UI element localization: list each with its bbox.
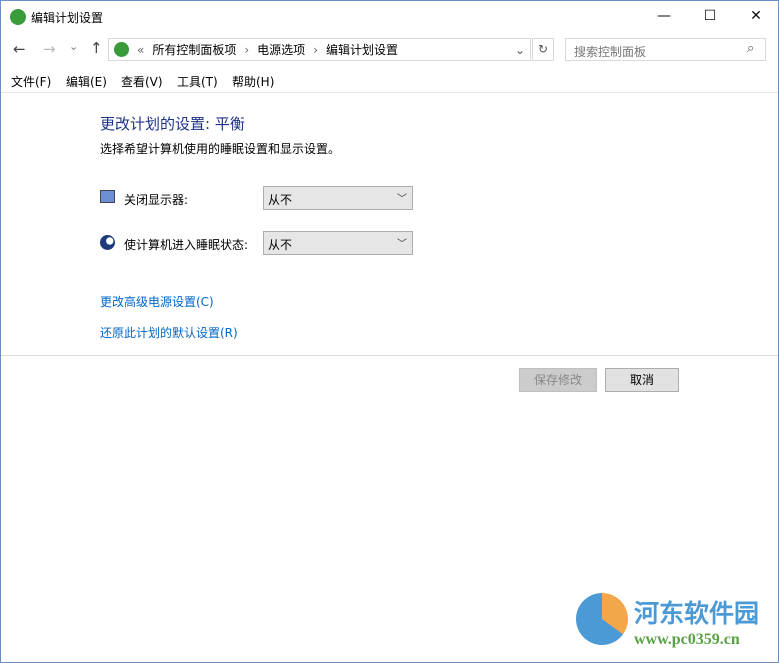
chevron-down-icon: ﹀: [397, 239, 407, 250]
content-divider: [1, 355, 778, 356]
minimize-button[interactable]: —: [641, 1, 687, 31]
restore-defaults-link[interactable]: 还原此计划的默认设置(R): [100, 324, 238, 341]
breadcrumb-overflow[interactable]: «: [137, 43, 144, 57]
up-button[interactable]: ↑: [90, 39, 103, 57]
back-button[interactable]: ←: [13, 40, 26, 58]
sleep-moon-icon: [100, 235, 115, 250]
search-icon[interactable]: ⌕: [747, 41, 754, 56]
control-panel-icon: [114, 42, 129, 57]
app-icon: [10, 9, 26, 25]
menu-tools[interactable]: 工具(T): [177, 73, 218, 90]
address-bar[interactable]: « 所有控制面板项 › 电源选项 › 编辑计划设置 ⌄: [108, 38, 531, 61]
menu-help[interactable]: 帮助(H): [232, 73, 274, 90]
page-subtitle: 选择希望计算机使用的睡眠设置和显示设置。: [100, 142, 341, 156]
breadcrumb-edit-plan[interactable]: 编辑计划设置: [326, 41, 398, 58]
display-off-select[interactable]: 从不 ﹀: [263, 186, 413, 210]
search-input[interactable]: 搜索控制面板: [565, 38, 766, 61]
menu-edit[interactable]: 编辑(E): [66, 73, 107, 90]
menu-file[interactable]: 文件(F): [11, 73, 51, 90]
breadcrumb-separator[interactable]: ›: [313, 43, 318, 57]
breadcrumb-separator[interactable]: ›: [244, 43, 249, 57]
monitor-icon: [100, 190, 115, 203]
watermark-name: 河东软件园: [634, 599, 760, 628]
sleep-select[interactable]: 从不 ﹀: [263, 231, 413, 255]
menu-divider: [1, 92, 778, 93]
address-dropdown-icon[interactable]: ⌄: [515, 43, 525, 57]
display-off-label: 关闭显示器:: [124, 193, 189, 207]
watermark-logo: [576, 593, 628, 645]
page-title: 更改计划的设置: 平衡: [100, 115, 245, 133]
sleep-value: 从不: [268, 238, 293, 252]
watermark-url: www.pc0359.cn: [634, 631, 740, 648]
sleep-label: 使计算机进入睡眠状态:: [124, 238, 249, 252]
menu-view[interactable]: 查看(V): [121, 73, 163, 90]
save-changes-button[interactable]: 保存修改: [519, 368, 597, 392]
chevron-down-icon: ﹀: [397, 194, 407, 205]
cancel-button[interactable]: 取消: [605, 368, 679, 392]
recent-locations-button[interactable]: ⌄: [69, 40, 78, 53]
close-button[interactable]: ✕: [733, 1, 779, 31]
forward-button[interactable]: →: [43, 40, 56, 58]
display-off-value: 从不: [268, 193, 293, 207]
window-title: 编辑计划设置: [31, 11, 104, 25]
breadcrumb-all-items[interactable]: 所有控制面板项: [152, 41, 236, 58]
maximize-button[interactable]: ☐: [687, 1, 733, 31]
refresh-button[interactable]: ↻: [532, 38, 554, 61]
breadcrumb-power-options[interactable]: 电源选项: [257, 41, 305, 58]
advanced-power-settings-link[interactable]: 更改高级电源设置(C): [100, 293, 214, 310]
